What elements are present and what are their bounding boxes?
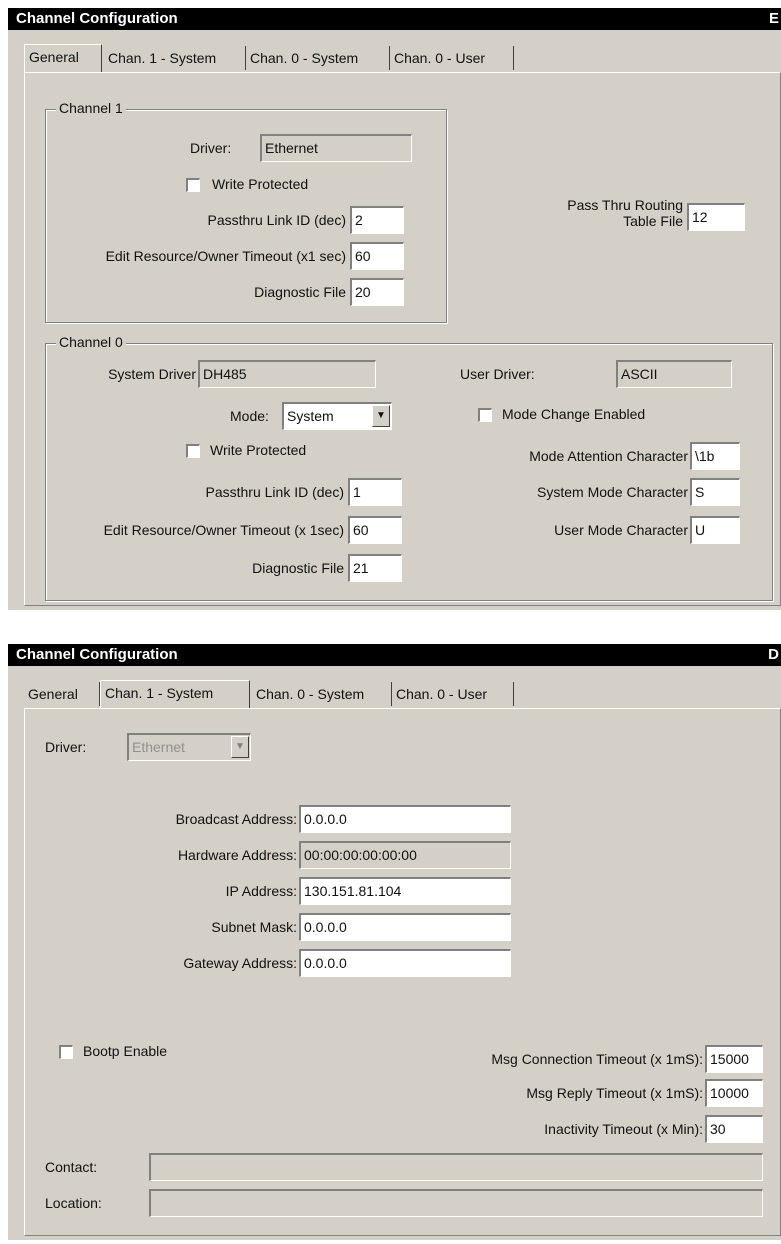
system-mode-char-label: System Mode Character: [537, 484, 688, 500]
tab-general[interactable]: General: [24, 682, 100, 706]
tab-strip: General Chan. 1 - System Chan. 0 - Syste…: [24, 44, 781, 74]
system-driver-label: System Driver: [108, 366, 196, 382]
channel1-legend: Channel 1: [56, 100, 126, 116]
msg-reply-timeout-label: Msg Reply Timeout (x 1mS):: [526, 1085, 703, 1101]
broadcast-address-input[interactable]: 0.0.0.0: [299, 805, 511, 833]
location-field[interactable]: [149, 1189, 763, 1217]
driver-label: Driver:: [190, 140, 232, 156]
window-title: Channel Configuration: [16, 646, 178, 663]
title-bar-edge: D: [768, 646, 779, 663]
passthru-input[interactable]: 2: [350, 206, 404, 234]
chevron-down-icon[interactable]: ▼: [372, 405, 390, 427]
write-protected-label: Write Protected: [212, 176, 309, 192]
driver-select-value: Ethernet: [132, 739, 185, 755]
diagnostic-file-label: Diagnostic File: [254, 284, 346, 300]
hardware-address-label: Hardware Address:: [177, 847, 297, 863]
write-protected-checkbox[interactable]: [186, 444, 200, 458]
system-mode-char-input[interactable]: S: [690, 478, 740, 506]
pass-thru-label-line2: Table File: [623, 213, 683, 229]
location-label: Location:: [45, 1195, 102, 1211]
chevron-down-icon: ▼: [231, 736, 249, 758]
mode-attention-input[interactable]: \1b: [690, 442, 740, 470]
mode-select[interactable]: System ▼: [282, 402, 392, 430]
tab-panel-chan1-system: Driver: Ethernet ▼ Broadcast Address: 0.…: [24, 708, 781, 1236]
diagnostic-file-input[interactable]: 21: [348, 554, 402, 582]
user-driver-field: ASCII: [616, 360, 732, 388]
tab-general[interactable]: General: [24, 44, 102, 72]
subnet-mask-input[interactable]: 0.0.0.0: [299, 913, 511, 941]
msg-reply-timeout-input[interactable]: 10000: [705, 1079, 763, 1107]
user-driver-label: User Driver:: [460, 366, 535, 382]
edit-timeout-label: Edit Resource/Owner Timeout (x 1sec): [103, 522, 344, 538]
driver-select: Ethernet ▼: [127, 733, 251, 761]
edit-timeout-label: Edit Resource/Owner Timeout (x1 sec): [105, 248, 346, 264]
window-title: Channel Configuration: [16, 10, 178, 27]
driver-field: Ethernet: [260, 134, 412, 162]
diagnostic-file-label: Diagnostic File: [252, 560, 344, 576]
user-mode-char-label: User Mode Character: [554, 522, 688, 538]
ip-address-label: IP Address:: [225, 883, 297, 899]
hardware-address-field: 00:00:00:00:00:00: [299, 841, 511, 869]
tab-chan1-system[interactable]: Chan. 1 - System: [104, 46, 246, 70]
inactivity-timeout-label: Inactivity Timeout (x Min):: [544, 1121, 703, 1137]
edit-timeout-input[interactable]: 60: [350, 242, 404, 270]
user-mode-char-input[interactable]: U: [690, 516, 740, 544]
bootp-enable-checkbox[interactable]: [59, 1045, 73, 1059]
tab-strip: General Chan. 1 - System Chan. 0 - Syste…: [24, 680, 781, 710]
inactivity-timeout-input[interactable]: 30: [705, 1115, 763, 1143]
edit-timeout-input[interactable]: 60: [348, 516, 402, 544]
write-protected-label: Write Protected: [210, 442, 307, 458]
tab-chan0-user[interactable]: Chan. 0 - User: [392, 682, 514, 706]
system-driver-field: DH485: [198, 360, 376, 388]
mode-select-value: System: [287, 408, 334, 424]
pass-thru-input[interactable]: 12: [687, 203, 745, 231]
tab-chan0-user[interactable]: Chan. 0 - User: [390, 46, 514, 70]
mode-attention-label: Mode Attention Character: [529, 448, 688, 464]
channel0-legend: Channel 0: [56, 334, 126, 350]
gateway-address-label: Gateway Address:: [183, 955, 297, 971]
tab-chan0-system[interactable]: Chan. 0 - System: [246, 46, 390, 70]
pass-thru-label: Pass Thru Routing Table File: [515, 197, 683, 229]
title-bar: Channel Configuration E: [8, 8, 781, 30]
gateway-address-input[interactable]: 0.0.0.0: [299, 949, 511, 977]
driver-label: Driver:: [45, 739, 87, 755]
mode-label: Mode:: [230, 408, 269, 424]
contact-label: Contact:: [45, 1159, 98, 1175]
passthru-label: Passthru Link ID (dec): [207, 212, 347, 228]
ip-address-input[interactable]: 130.151.81.104: [299, 877, 511, 905]
channel1-group: Channel 1 Driver: Ethernet Write Protect…: [45, 100, 447, 323]
mode-change-enabled-checkbox[interactable]: [478, 408, 492, 422]
passthru-input[interactable]: 1: [348, 478, 402, 506]
subnet-mask-label: Subnet Mask:: [211, 919, 297, 935]
contact-field[interactable]: [149, 1153, 763, 1181]
write-protected-checkbox[interactable]: [186, 178, 200, 192]
channel0-group: Channel 0 System Driver DH485 User Drive…: [45, 334, 773, 601]
channel-config-window-bottom: Channel Configuration D General Chan. 1 …: [8, 644, 781, 1240]
bootp-enable-label: Bootp Enable: [83, 1043, 168, 1059]
msg-connection-timeout-input[interactable]: 15000: [705, 1045, 763, 1073]
channel-config-window-top: Channel Configuration E General Chan. 1 …: [8, 8, 781, 610]
pass-thru-label-line1: Pass Thru Routing: [567, 197, 683, 213]
title-bar-edge: E: [768, 10, 779, 27]
mode-change-enabled-label: Mode Change Enabled: [502, 406, 646, 422]
tab-chan0-system[interactable]: Chan. 0 - System: [252, 682, 392, 706]
passthru-label: Passthru Link ID (dec): [205, 484, 345, 500]
broadcast-address-label: Broadcast Address:: [175, 811, 297, 827]
tab-panel-general: Channel 1 Driver: Ethernet Write Protect…: [24, 72, 781, 606]
diagnostic-file-input[interactable]: 20: [350, 278, 404, 306]
msg-connection-timeout-label: Msg Connection Timeout (x 1mS):: [491, 1051, 703, 1067]
title-bar: Channel Configuration D: [8, 644, 781, 666]
tab-chan1-system[interactable]: Chan. 1 - System: [100, 680, 250, 708]
